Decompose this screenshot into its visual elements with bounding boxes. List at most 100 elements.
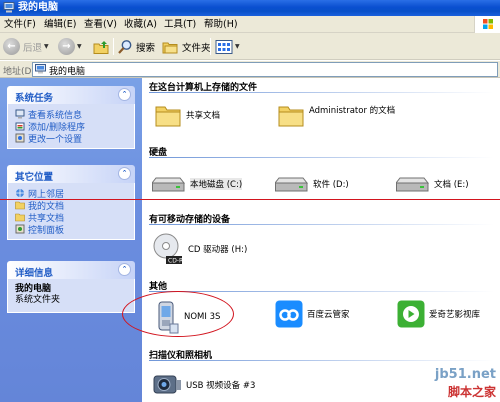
collapse-chevron-icon[interactable]: ⌃ [118, 263, 131, 276]
cd-drive-icon: CD-R [153, 233, 183, 265]
drive-c[interactable]: 本地磁盘 (C:) [152, 174, 243, 194]
folders-button[interactable]: 文件夹 [162, 37, 211, 56]
menu-help[interactable]: 帮助(H) [204, 18, 238, 31]
window-title: 我的电脑 [18, 2, 58, 13]
task-view-system-info[interactable]: 查看系统信息 [15, 108, 128, 121]
menu-view[interactable]: 查看(V) [84, 18, 117, 31]
main-content: 在这台计算机上存储的文件 共享文档 Administrator 的文档 硬盘 本… [142, 78, 500, 402]
place-label: 控制面板 [28, 225, 65, 236]
folders-label: 文件夹 [182, 42, 211, 54]
collapse-chevron-icon[interactable]: ⌃ [118, 88, 131, 101]
menu-tools[interactable]: 工具(T) [164, 18, 196, 31]
toolbar-separator [210, 38, 211, 55]
item-label: 软件 (D:) [313, 180, 349, 190]
section-divider [149, 157, 494, 158]
item-label: Administrator 的文档 [309, 106, 396, 116]
folder-icon [15, 201, 25, 210]
address-input[interactable]: 我的电脑 [32, 62, 498, 77]
forward-arrow-icon: → [58, 38, 75, 55]
watermark-brand: 脚本之家 [447, 385, 496, 399]
place-network[interactable]: 网上邻居 [15, 187, 128, 200]
control-panel-icon [15, 133, 25, 143]
menu-file[interactable]: 文件(F) [4, 18, 36, 31]
panel-title: 详细信息 [15, 268, 54, 279]
folder-icon [155, 106, 181, 127]
forward-dropdown-icon[interactable]: ▼ [77, 43, 82, 50]
webcam-icon [153, 375, 181, 394]
baidu-cloud-manager[interactable]: 百度云管家 [275, 300, 350, 328]
task-label: 更改一个设置 [28, 134, 83, 145]
address-label: 地址(D) [3, 67, 35, 77]
back-button[interactable]: ← 后退 ▼ [3, 37, 49, 56]
toolbar-separator [113, 38, 114, 55]
folder-icon [278, 106, 304, 127]
baidu-cloud-icon [275, 300, 303, 328]
views-button[interactable]: ▼ [215, 37, 240, 56]
annotation-line [0, 199, 500, 200]
place-my-documents[interactable]: 我的文档 [15, 199, 128, 212]
system-info-icon [15, 109, 25, 119]
address-bar: 地址(D) 我的电脑 [0, 61, 500, 78]
shared-docs-folder[interactable]: 共享文档 [154, 102, 220, 128]
item-label: 百度云管家 [307, 310, 350, 320]
section-divider [149, 291, 494, 292]
hard-drive-icon [396, 177, 430, 192]
panel-header[interactable]: 其它位置 ⌃ [7, 165, 135, 183]
panel-title: 系统任务 [15, 93, 54, 104]
drive-e[interactable]: 文档 (E:) [396, 174, 469, 194]
hard-drive-icon [152, 177, 186, 192]
my-computer-icon [3, 2, 15, 13]
collapse-chevron-icon[interactable]: ⌃ [118, 167, 131, 180]
views-dropdown-icon[interactable]: ▼ [235, 43, 240, 50]
menu-favorites[interactable]: 收藏(A) [124, 18, 157, 31]
svg-text:CD-R: CD-R [168, 258, 183, 265]
annotation-ellipse [122, 291, 234, 337]
title-bar: 我的电脑 [0, 0, 500, 16]
forward-button[interactable]: → ▼ [58, 37, 82, 56]
item-label: 爱奇艺影视库 [429, 310, 481, 320]
details-description: 系统文件夹 [15, 295, 61, 305]
system-tasks-panel: 系统任务 ⌃ 查看系统信息 添加/删除程序 更改一个设置 [7, 86, 135, 149]
up-folder-icon [93, 41, 109, 54]
views-icon [215, 39, 233, 54]
windows-logo-icon [474, 16, 500, 33]
panel-title: 其它位置 [15, 172, 54, 183]
watermark: jb51.net 脚本之家 [435, 367, 496, 400]
task-add-remove-programs[interactable]: 添加/删除程序 [15, 120, 128, 133]
item-label: 共享文档 [186, 111, 221, 121]
cd-drive-h[interactable]: CD-R CD 驱动器 (H:) [152, 232, 247, 266]
watermark-site: jb51.net [434, 367, 496, 382]
back-dropdown-icon[interactable]: ▼ [44, 43, 49, 50]
hard-drive-icon [275, 177, 309, 192]
details-panel: 详细信息 ⌃ 我的电脑 系统文件夹 [7, 261, 135, 313]
add-remove-programs-icon [15, 122, 25, 131]
details-name: 我的电脑 [15, 284, 52, 294]
up-folder-button[interactable] [93, 37, 110, 56]
panel-header[interactable]: 系统任务 ⌃ [7, 86, 135, 104]
menu-edit[interactable]: 编辑(E) [44, 18, 76, 31]
address-value: 我的电脑 [49, 67, 86, 77]
admin-docs-folder[interactable]: Administrator 的文档 [277, 102, 395, 128]
item-label: 文档 (E:) [434, 180, 469, 190]
iqiyi-video-library[interactable]: 爱奇艺影视库 [397, 300, 480, 328]
item-label: 本地磁盘 (C:) [190, 178, 243, 190]
place-shared-documents[interactable]: 共享文档 [15, 211, 128, 224]
other-places-panel: 其它位置 ⌃ 网上邻居 我的文档 共享文档 控制面板 [7, 165, 135, 240]
my-computer-icon [35, 64, 46, 74]
back-arrow-icon: ← [3, 38, 20, 55]
search-button[interactable]: 搜索 [117, 37, 155, 56]
task-change-setting[interactable]: 更改一个设置 [15, 132, 128, 145]
folders-icon [162, 42, 178, 53]
section-divider [149, 360, 494, 361]
search-icon [118, 39, 132, 54]
drive-d[interactable]: 软件 (D:) [275, 174, 349, 194]
item-label: USB 视频设备 #3 [186, 381, 256, 391]
panel-header[interactable]: 详细信息 ⌃ [7, 261, 135, 279]
task-pane: 系统任务 ⌃ 查看系统信息 添加/删除程序 更改一个设置 其它位置 ⌃ 网上邻居… [0, 78, 142, 402]
section-divider [149, 224, 494, 225]
item-label: CD 驱动器 (H:) [188, 245, 248, 255]
control-panel-icon [15, 224, 25, 234]
folder-icon [15, 213, 25, 222]
usb-video-device[interactable]: USB 视频设备 #3 [152, 371, 255, 399]
place-control-panel[interactable]: 控制面板 [15, 223, 128, 236]
